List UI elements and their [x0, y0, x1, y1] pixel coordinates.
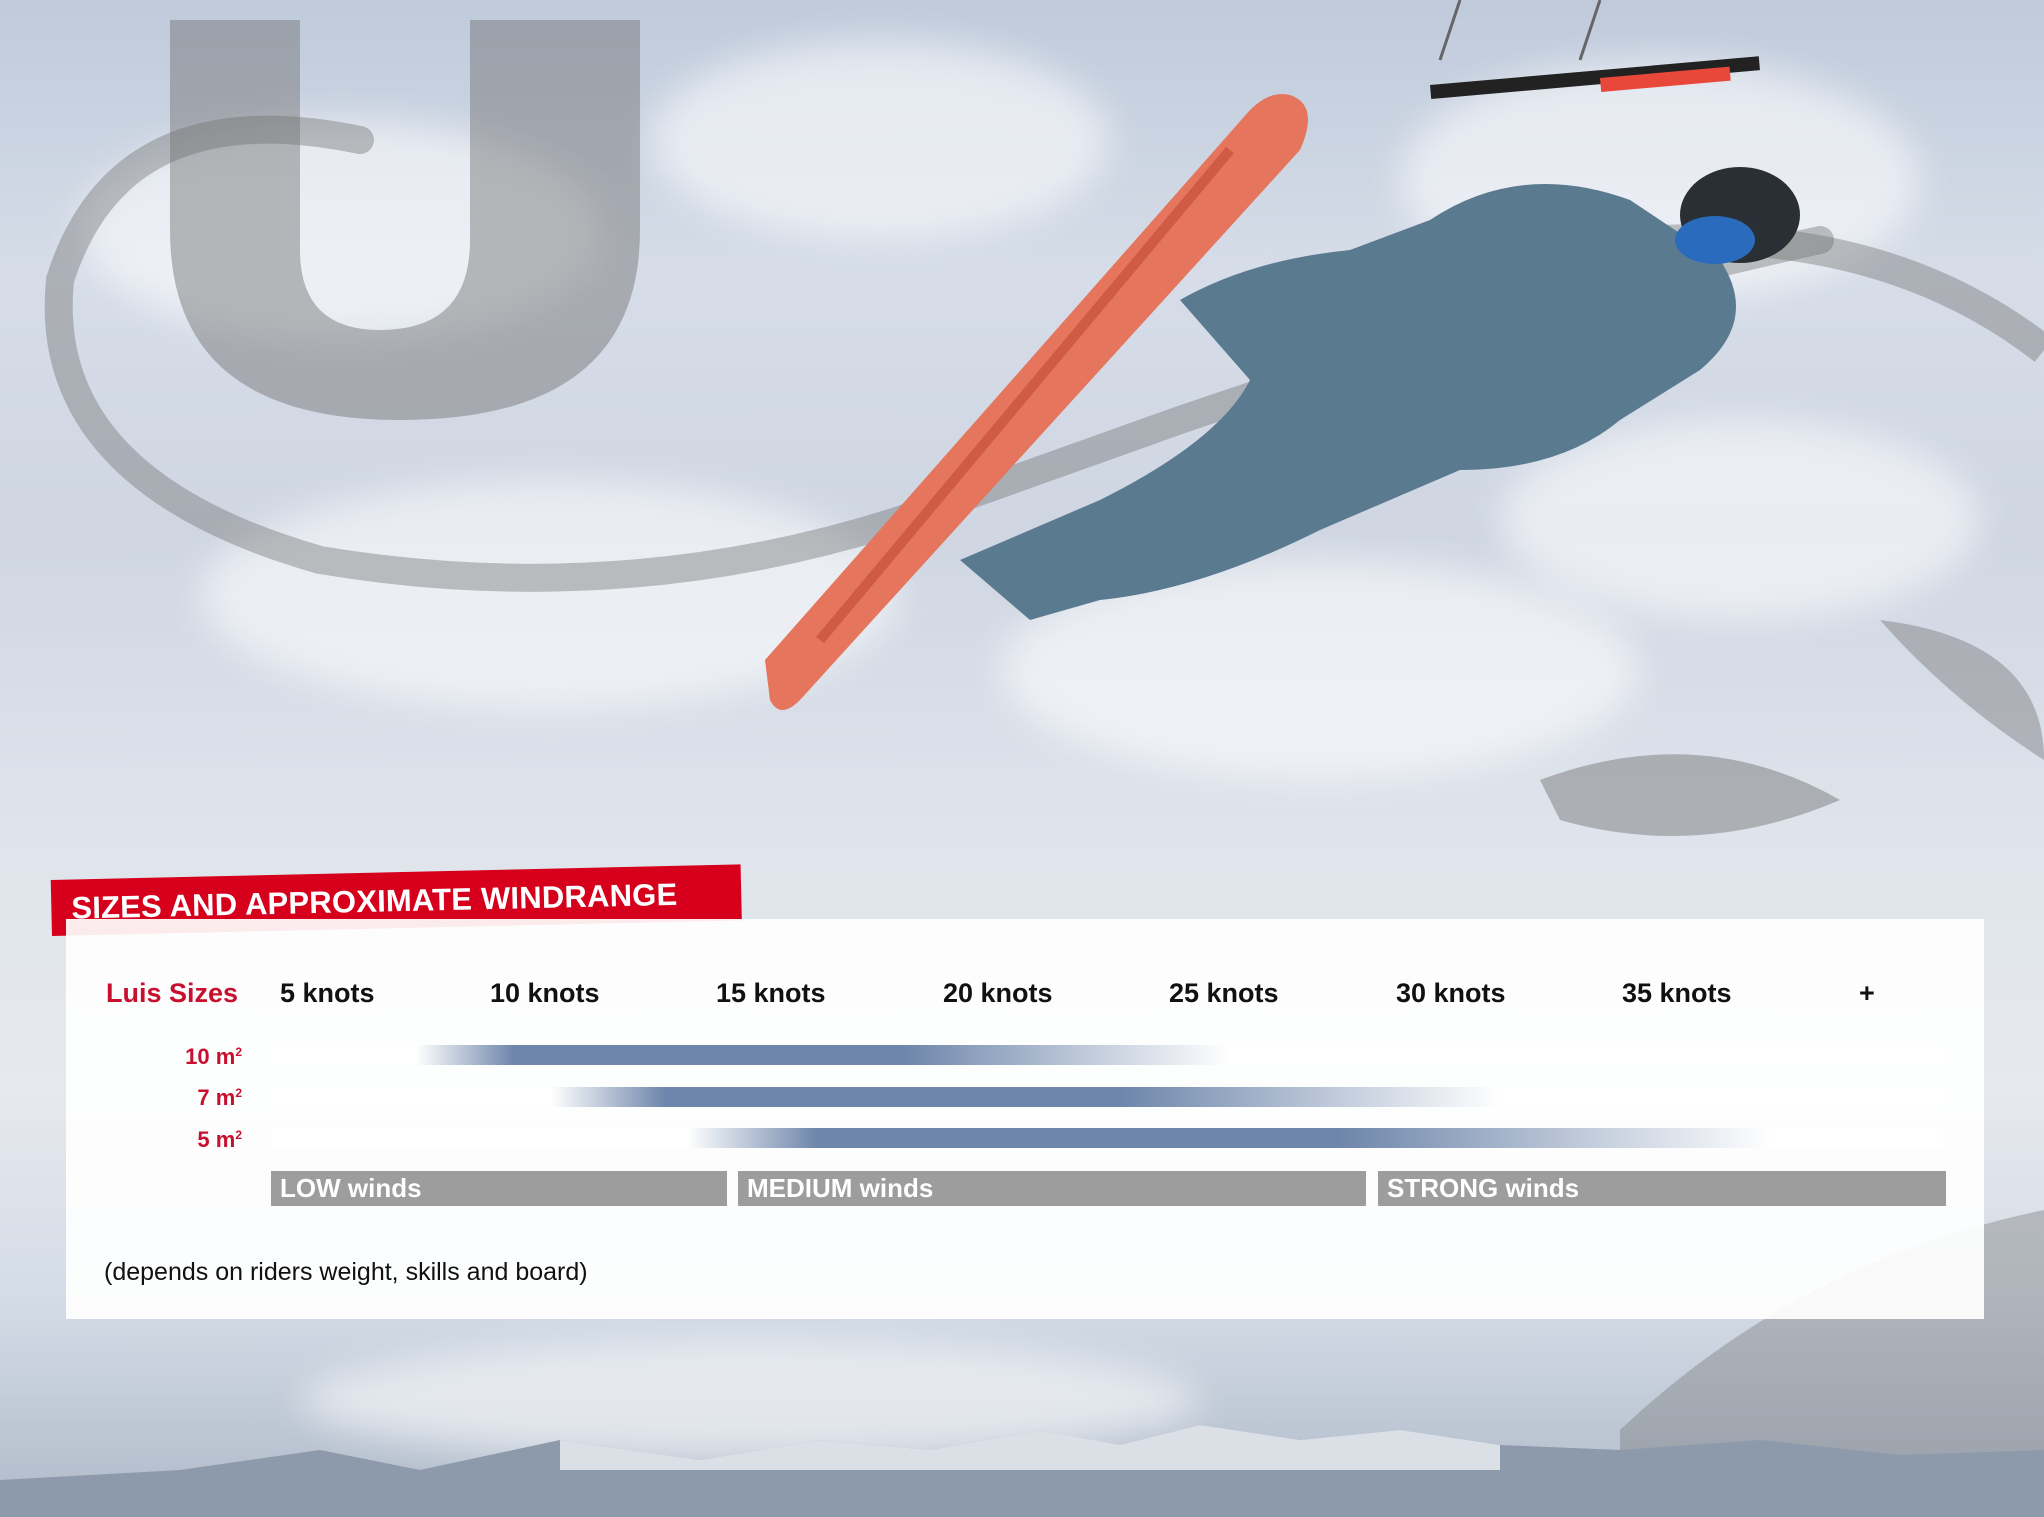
column-header: 25 knots: [1169, 978, 1279, 1008]
category-strong: STRONG winds: [1378, 1171, 1946, 1206]
range-bar: [551, 1087, 1501, 1107]
range-track: [271, 1045, 1943, 1065]
column-header: 10 knots: [490, 978, 600, 1008]
range-track: [271, 1087, 1943, 1107]
column-header: 30 knots: [1396, 978, 1506, 1008]
row-header: Luis Sizes: [106, 978, 239, 1008]
column-header: 20 knots: [943, 978, 1053, 1008]
range-bar: [686, 1128, 1772, 1148]
column-header: 5 knots: [280, 978, 375, 1008]
size-label-7: 7 m2: [197, 1085, 242, 1110]
range-bar: [415, 1045, 1230, 1065]
background-photo: SIZES AND APPROXIMATE WINDRANGE Luis Siz…: [0, 0, 2044, 1517]
column-header: +: [1859, 978, 1875, 1008]
column-header: 35 knots: [1622, 978, 1732, 1008]
range-track: [271, 1128, 1943, 1148]
category-low: LOW winds: [271, 1171, 727, 1206]
footnote: (depends on riders weight, skills and bo…: [104, 1258, 588, 1286]
size-label-5: 5 m2: [197, 1127, 242, 1152]
category-medium: MEDIUM winds: [738, 1171, 1366, 1206]
size-label-10: 10 m2: [185, 1044, 242, 1069]
column-header: 15 knots: [716, 978, 826, 1008]
